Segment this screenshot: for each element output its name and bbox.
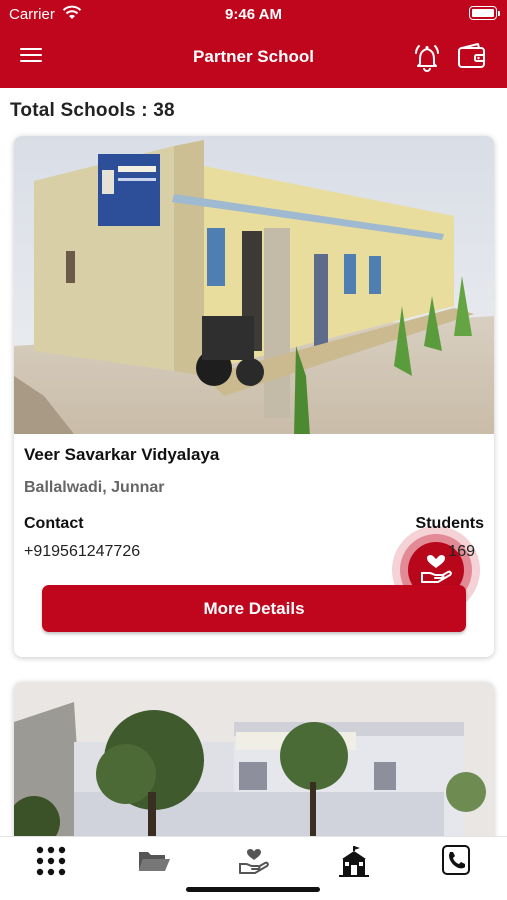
bell-icon[interactable]: [410, 40, 444, 74]
clock: 9:46 AM: [225, 6, 282, 23]
bottom-tab-bar: [0, 836, 507, 900]
total-schools-label: Total Schools : 38: [10, 100, 175, 121]
school-name: Veer Savarkar Vidyalaya: [24, 445, 220, 464]
status-bar: Carrier 9:46 AM: [0, 0, 507, 28]
folder-icon[interactable]: [133, 843, 173, 879]
school-photo: [14, 682, 494, 862]
battery-icon: [469, 6, 500, 20]
home-indicator: [186, 887, 320, 892]
students-label: Students: [415, 515, 484, 532]
more-details-button[interactable]: More Details: [42, 585, 466, 632]
school-location: Ballalwadi, Junnar: [24, 479, 165, 496]
wallet-icon[interactable]: [456, 42, 488, 72]
phone-icon[interactable]: [436, 843, 476, 879]
school-photo: [14, 136, 494, 434]
school-card: [14, 682, 494, 862]
contact-value[interactable]: +919561247726: [24, 543, 140, 561]
school-building-icon[interactable]: [334, 843, 374, 879]
donate-hand-icon[interactable]: [234, 843, 274, 879]
students-value: 169: [448, 543, 475, 560]
contact-label: Contact: [24, 515, 84, 532]
dashboard-grid-icon[interactable]: [31, 843, 71, 879]
school-card: Veer Savarkar Vidyalaya Ballalwadi, Junn…: [14, 136, 494, 657]
app-header: Carrier 9:46 AM Partner School: [0, 0, 507, 88]
